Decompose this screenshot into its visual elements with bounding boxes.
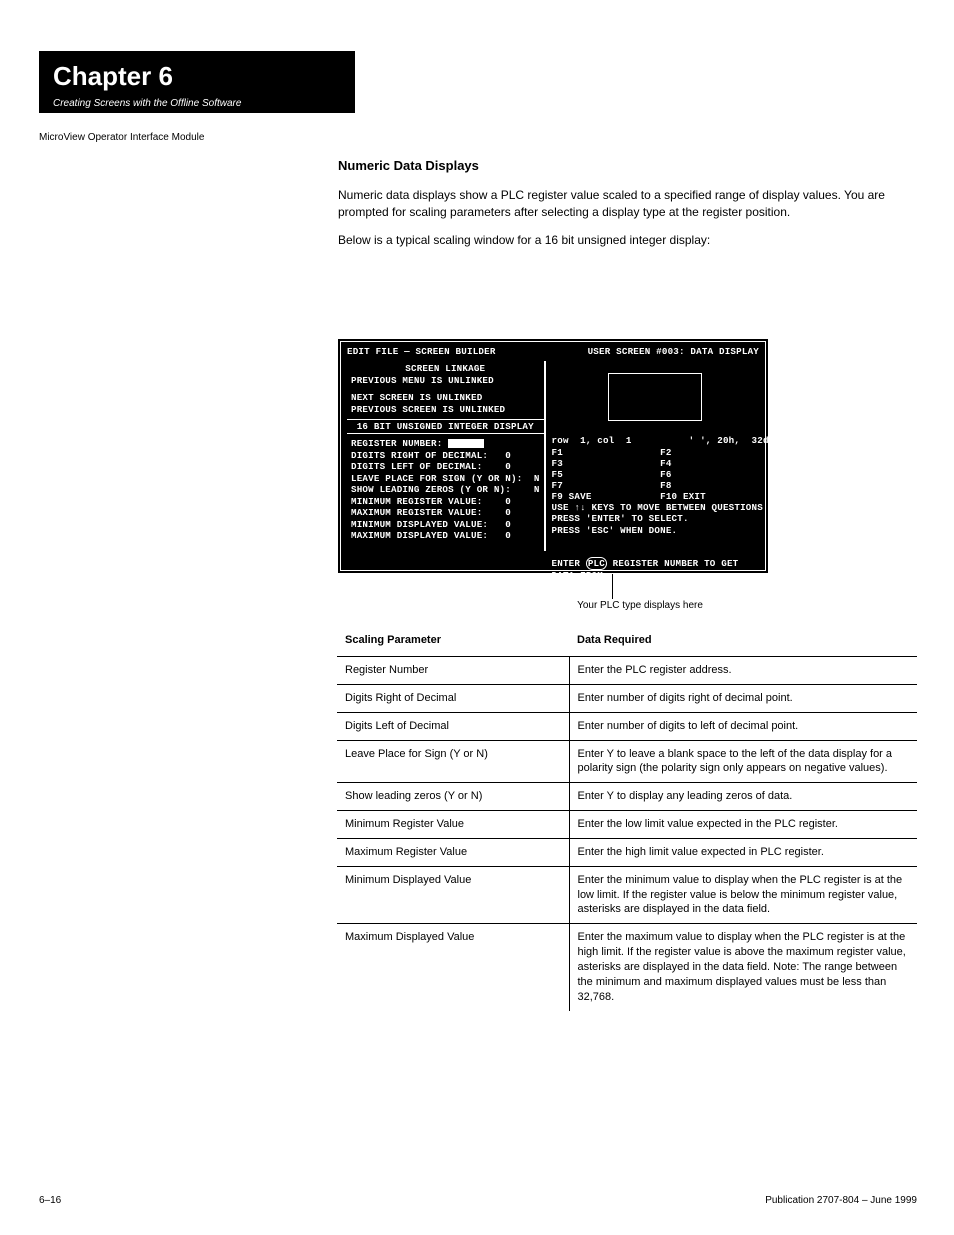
dos-field: DIGITS LEFT OF DECIMAL: 0 [351, 461, 540, 473]
param-description: Enter number of digits right of decimal … [569, 684, 917, 712]
table-header: Scaling Parameter [337, 628, 569, 657]
hint-line: PRESS 'ENTER' TO SELECT. [552, 513, 769, 525]
param-name: Maximum Displayed Value [337, 924, 569, 1011]
preview-box [608, 373, 702, 421]
intro-section: Numeric Data Displays Numeric data displ… [338, 158, 916, 259]
fkey: F2 [660, 447, 769, 458]
callout-leader-line [612, 574, 613, 599]
table-row: Maximum Displayed ValueEnter the maximum… [337, 924, 917, 1011]
chapter-number: Chapter 6 [53, 61, 341, 92]
table-row: Leave Place for Sign (Y or N)Enter Y to … [337, 740, 917, 783]
dos-screenshot: EDIT FILE — SCREEN BUILDER USER SCREEN #… [337, 338, 769, 574]
param-description: Enter the low limit value expected in th… [569, 811, 917, 839]
table-row: Minimum Displayed ValueEnter the minimum… [337, 866, 917, 924]
fkey: F1 [552, 447, 661, 458]
linkage-heading: SCREEN LINKAGE [351, 363, 540, 375]
section-heading: Numeric Data Displays [338, 158, 916, 173]
param-name: Register Number [337, 657, 569, 685]
chapter-subtitle: Creating Screens with the Offline Softwa… [53, 98, 341, 109]
dos-field: LEAVE PLACE FOR SIGN (Y OR N): N [351, 473, 540, 485]
fkey: F7 [552, 480, 661, 491]
page-number: 6–16 [39, 1195, 61, 1206]
param-name: Show leading zeros (Y or N) [337, 783, 569, 811]
cursor-icon [448, 439, 484, 448]
chapter-header: Chapter 6 Creating Screens with the Offl… [39, 51, 355, 113]
linkage-line: PREVIOUS SCREEN IS UNLINKED [351, 404, 540, 416]
dos-field: DIGITS RIGHT OF DECIMAL: 0 [351, 450, 540, 462]
dos-right-panel: row 1, col 1 ' ', 20h, 32d F1F2 F3F4 F5F… [546, 361, 775, 551]
param-description: Enter number of digits to left of decima… [569, 712, 917, 740]
table-row: Show leading zeros (Y or N)Enter Y to di… [337, 783, 917, 811]
param-name: Leave Place for Sign (Y or N) [337, 740, 569, 783]
param-name: Minimum Register Value [337, 811, 569, 839]
param-name: Digits Right of Decimal [337, 684, 569, 712]
intro-paragraph: Below is a typical scaling window for a … [338, 232, 916, 249]
dos-field: MINIMUM REGISTER VALUE: 0 [351, 496, 540, 508]
table-row: Maximum Register ValueEnter the high lim… [337, 838, 917, 866]
fkey: F6 [660, 469, 769, 480]
manual-title: MicroView Operator Interface Module [39, 132, 204, 143]
fkey: F3 [552, 458, 661, 469]
param-description: Enter Y to leave a blank space to the le… [569, 740, 917, 783]
dos-title-right: USER SCREEN #003: DATA DISPLAY [588, 346, 759, 357]
linkage-line: NEXT SCREEN IS UNLINKED [351, 392, 540, 404]
enter-prompt: DATA FROM. [552, 570, 769, 582]
fkey: F4 [660, 458, 769, 469]
table-row: Minimum Register ValueEnter the low limi… [337, 811, 917, 839]
param-name: Digits Left of Decimal [337, 712, 569, 740]
table-row: Digits Left of DecimalEnter number of di… [337, 712, 917, 740]
plc-label: PLC [586, 557, 607, 570]
scaling-parameters-table: Scaling Parameter Data Required Register… [337, 628, 917, 1011]
publication-info: Publication 2707-804 – June 1999 [765, 1195, 917, 1206]
dos-field: MAXIMUM REGISTER VALUE: 0 [351, 507, 540, 519]
fkey: F9 SAVE [552, 491, 661, 502]
param-description: Enter the minimum value to display when … [569, 866, 917, 924]
dos-title-left: EDIT FILE — SCREEN BUILDER [347, 346, 496, 357]
linkage-line: PREVIOUS MENU IS UNLINKED [351, 375, 540, 387]
table-row: Register NumberEnter the PLC register ad… [337, 657, 917, 685]
hint-line: PRESS 'ESC' WHEN DONE. [552, 525, 769, 537]
page-footer: 6–16 Publication 2707-804 – June 1999 [39, 1195, 917, 1206]
enter-prompt: ENTER PLC REGISTER NUMBER TO GET [552, 558, 769, 570]
dos-section-heading: 16 BIT UNSIGNED INTEGER DISPLAY [347, 419, 544, 434]
callout-text: Your PLC type displays here [500, 600, 780, 611]
table-header: Data Required [569, 628, 917, 657]
intro-paragraph: Numeric data displays show a PLC registe… [338, 187, 916, 222]
param-name: Minimum Displayed Value [337, 866, 569, 924]
param-description: Enter Y to display any leading zeros of … [569, 783, 917, 811]
dos-field: MINIMUM DISPLAYED VALUE: 0 [351, 519, 540, 531]
fkey: F8 [660, 480, 769, 491]
param-description: Enter the maximum value to display when … [569, 924, 917, 1011]
hint-line: USE ↑↓ KEYS TO MOVE BETWEEN QUESTIONS [552, 502, 769, 514]
table-row: Digits Right of DecimalEnter number of d… [337, 684, 917, 712]
fkey: F5 [552, 469, 661, 480]
dos-field: MAXIMUM DISPLAYED VALUE: 0 [351, 530, 540, 542]
dos-field: REGISTER NUMBER: [351, 438, 540, 450]
fkey: F10 EXIT [660, 491, 769, 502]
param-description: Enter the high limit value expected in P… [569, 838, 917, 866]
param-name: Maximum Register Value [337, 838, 569, 866]
param-description: Enter the PLC register address. [569, 657, 917, 685]
dos-left-panel: SCREEN LINKAGE PREVIOUS MENU IS UNLINKED… [347, 361, 546, 551]
dos-field: SHOW LEADING ZEROS (Y OR N): N [351, 484, 540, 496]
position-readout: row 1, col 1 ' ', 20h, 32d [552, 435, 769, 447]
